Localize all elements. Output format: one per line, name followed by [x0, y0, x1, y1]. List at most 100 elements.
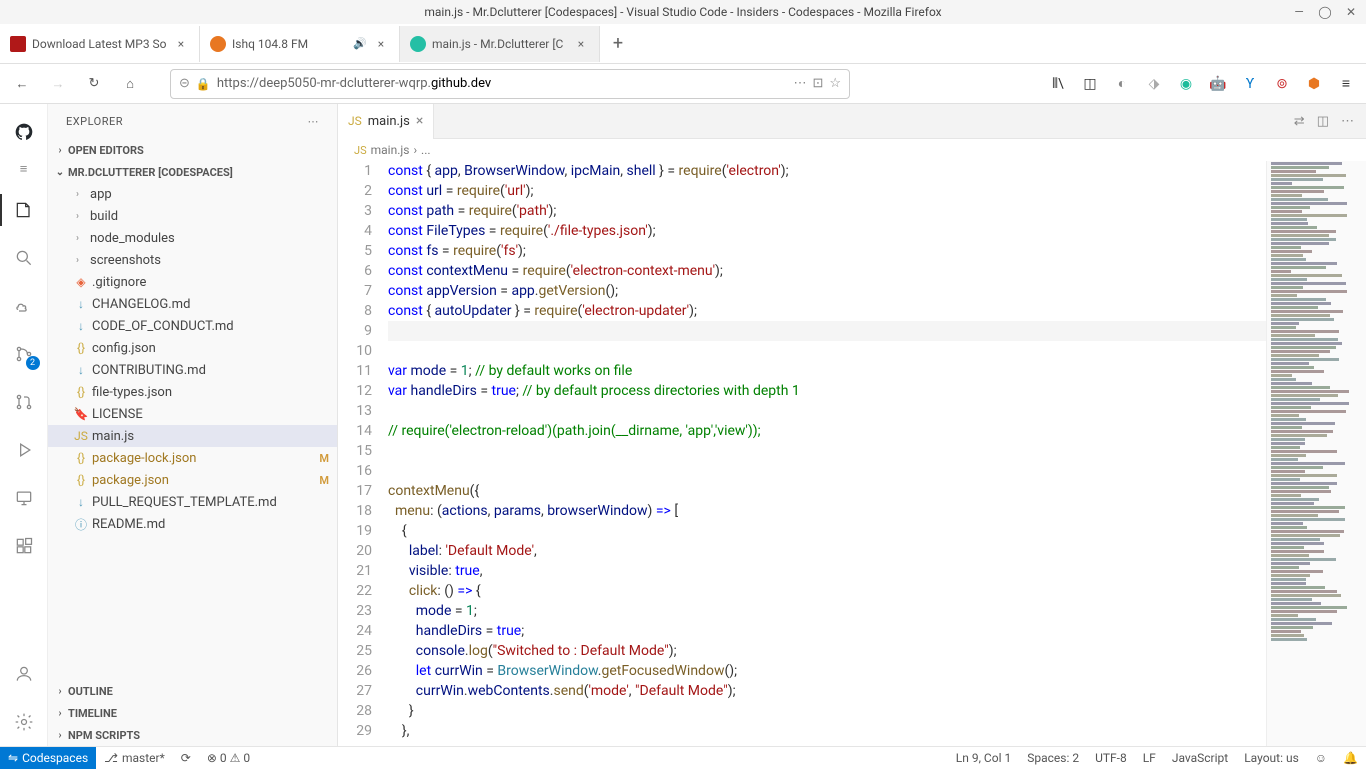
- status-feedback-icon[interactable]: ☺: [1307, 747, 1335, 769]
- tab-title: Ishq 104.8 FM: [232, 37, 347, 51]
- ext-icon-1[interactable]: ◐: [1110, 72, 1134, 96]
- status-bell-icon[interactable]: 🔔: [1335, 747, 1366, 769]
- file-coc[interactable]: ↓CODE_OF_CONDUCT.md: [48, 315, 337, 337]
- activity-pr-icon[interactable]: [0, 378, 48, 426]
- audio-icon[interactable]: 🔊: [353, 37, 367, 50]
- folder-app[interactable]: ›app: [48, 183, 337, 205]
- folder-screenshots[interactable]: ›screenshots: [48, 249, 337, 271]
- tab-close-icon[interactable]: ×: [173, 36, 189, 52]
- file-pkglock[interactable]: {}package-lock.jsonM: [48, 447, 337, 469]
- reader-icon[interactable]: ⊡: [812, 76, 823, 91]
- ext-icon-3[interactable]: ◉: [1174, 72, 1198, 96]
- status-errors[interactable]: ⊗ 0 ⚠ 0: [199, 747, 258, 769]
- editor-tab-mainjs[interactable]: JS main.js ×: [338, 104, 434, 139]
- os-titlebar: main.js - Mr.Dclutterer [Codespaces] - V…: [0, 0, 1366, 24]
- home-button[interactable]: ⌂: [116, 70, 144, 98]
- status-language[interactable]: JavaScript: [1164, 747, 1236, 769]
- activity-search-icon[interactable]: [0, 234, 48, 282]
- editor-area: JS main.js × ⇄ ◫ ⋯ JS main.js › ... 1234…: [338, 104, 1366, 746]
- editor-split-icon[interactable]: ◫: [1317, 114, 1329, 129]
- section-timeline[interactable]: ›TIMELINE: [48, 702, 337, 724]
- lock-icon[interactable]: 🔒: [196, 77, 211, 91]
- file-license[interactable]: 🔖LICENSE: [48, 403, 337, 425]
- favicon-icon: [410, 36, 426, 52]
- status-cursor-pos[interactable]: Ln 9, Col 1: [948, 747, 1019, 769]
- activity-account-icon[interactable]: [0, 650, 48, 698]
- file-pkg[interactable]: {}package.jsonM: [48, 469, 337, 491]
- code-content[interactable]: const { app, BrowserWindow, ipcMain, she…: [388, 161, 1266, 746]
- activity-menu-icon[interactable]: ≡: [0, 152, 48, 186]
- section-npm[interactable]: ›NPM SCRIPTS: [48, 724, 337, 746]
- section-open-editors[interactable]: ›OPEN EDITORS: [48, 139, 337, 161]
- browser-tab-1[interactable]: Ishq 104.8 FM 🔊 ×: [200, 26, 400, 62]
- line-gutter: 1234567891011121314151617181920212223242…: [338, 161, 388, 746]
- breadcrumb[interactable]: JS main.js › ...: [338, 139, 1366, 161]
- status-branch[interactable]: ⎇master*: [96, 747, 173, 769]
- bookmark-icon[interactable]: ☆: [829, 76, 841, 91]
- status-layout[interactable]: Layout: us: [1236, 747, 1307, 769]
- editor-compare-icon[interactable]: ⇄: [1294, 114, 1305, 129]
- sidebar-more-icon[interactable]: ⋯: [308, 115, 320, 128]
- activity-scm-icon[interactable]: 2: [0, 330, 48, 378]
- url-more-icon[interactable]: ⋯: [793, 76, 806, 91]
- status-spaces[interactable]: Spaces: 2: [1019, 747, 1087, 769]
- address-bar: ← → ↻ ⌂ ⊝ 🔒 https://deep5050-mr-dclutter…: [0, 64, 1366, 104]
- file-mainjs[interactable]: JSmain.js: [48, 425, 337, 447]
- sidebar-explorer: EXPLORER ⋯ ›OPEN EDITORS ⌄MR.DCLUTTERER …: [48, 104, 338, 746]
- file-changelog[interactable]: ↓CHANGELOG.md: [48, 293, 337, 315]
- activity-explorer-icon[interactable]: [0, 186, 48, 234]
- folder-build[interactable]: ›build: [48, 205, 337, 227]
- file-gitignore[interactable]: ◈.gitignore: [48, 271, 337, 293]
- file-prtemplate[interactable]: ↓PULL_REQUEST_TEMPLATE.md: [48, 491, 337, 513]
- status-sync[interactable]: ⟳: [173, 747, 199, 769]
- status-eol[interactable]: LF: [1135, 747, 1164, 769]
- ext-icon-7[interactable]: ⬢: [1302, 72, 1326, 96]
- status-bar: ⇋Codespaces ⎇master* ⟳ ⊗ 0 ⚠ 0 Ln 9, Col…: [0, 746, 1366, 768]
- forward-button[interactable]: →: [44, 70, 72, 98]
- status-encoding[interactable]: UTF-8: [1087, 747, 1135, 769]
- scm-badge: 2: [26, 356, 40, 370]
- file-contributing[interactable]: ↓CONTRIBUTING.md: [48, 359, 337, 381]
- url-text: https://deep5050-mr-dclutterer-wqrp.gith…: [217, 76, 788, 91]
- activity-remote-icon[interactable]: [0, 474, 48, 522]
- window-title: main.js - Mr.Dclutterer [Codespaces] - V…: [424, 5, 941, 19]
- file-filetypes[interactable]: {}file-types.json: [48, 381, 337, 403]
- ext-icon-4[interactable]: 🤖: [1206, 72, 1230, 96]
- activity-settings-icon[interactable]: [0, 698, 48, 746]
- ext-icon-2[interactable]: ⬗: [1142, 72, 1166, 96]
- tab-title: main.js - Mr.Dclutterer [C: [432, 37, 567, 51]
- shield-icon[interactable]: ⊝: [179, 76, 190, 91]
- minimap[interactable]: [1266, 161, 1366, 746]
- editor-tab-close-icon[interactable]: ×: [416, 113, 423, 129]
- window-minimize-icon[interactable]: —: [1292, 5, 1306, 19]
- activity-debug-icon[interactable]: [0, 426, 48, 474]
- code-editor[interactable]: 1234567891011121314151617181920212223242…: [338, 161, 1366, 746]
- file-readme[interactable]: ⓘREADME.md: [48, 513, 337, 535]
- favicon-icon: [210, 36, 226, 52]
- browser-tab-0[interactable]: Download Latest MP3 So ×: [0, 26, 200, 62]
- activity-codespaces-icon[interactable]: [0, 282, 48, 330]
- file-config[interactable]: {}config.json: [48, 337, 337, 359]
- reload-button[interactable]: ↻: [80, 70, 108, 98]
- section-outline[interactable]: ›OUTLINE: [48, 680, 337, 702]
- ext-icon-6[interactable]: ⊚: [1270, 72, 1294, 96]
- library-icon[interactable]: ⫴\: [1046, 72, 1070, 96]
- window-close-icon[interactable]: ✕: [1344, 5, 1358, 19]
- browser-tab-2[interactable]: main.js - Mr.Dclutterer [C ×: [400, 26, 600, 62]
- section-repo[interactable]: ⌄MR.DCLUTTERER [CODESPACES]: [48, 161, 337, 183]
- new-tab-button[interactable]: +: [600, 26, 636, 62]
- editor-tab-label: main.js: [368, 114, 410, 129]
- activity-extensions-icon[interactable]: [0, 522, 48, 570]
- window-maximize-icon[interactable]: ◯: [1318, 5, 1332, 19]
- activity-github-icon[interactable]: [0, 112, 48, 152]
- ext-icon-5[interactable]: ϒ: [1238, 72, 1262, 96]
- folder-node-modules[interactable]: ›node_modules: [48, 227, 337, 249]
- back-button[interactable]: ←: [8, 70, 36, 98]
- url-input[interactable]: ⊝ 🔒 https://deep5050-mr-dclutterer-wqrp.…: [170, 69, 850, 99]
- menu-icon[interactable]: ≡: [1334, 72, 1358, 96]
- status-remote[interactable]: ⇋Codespaces: [0, 747, 96, 769]
- tab-close-icon[interactable]: ×: [573, 36, 589, 52]
- sidebar-icon[interactable]: ◫: [1078, 72, 1102, 96]
- editor-more-icon[interactable]: ⋯: [1341, 114, 1354, 129]
- tab-close-icon[interactable]: ×: [373, 36, 389, 52]
